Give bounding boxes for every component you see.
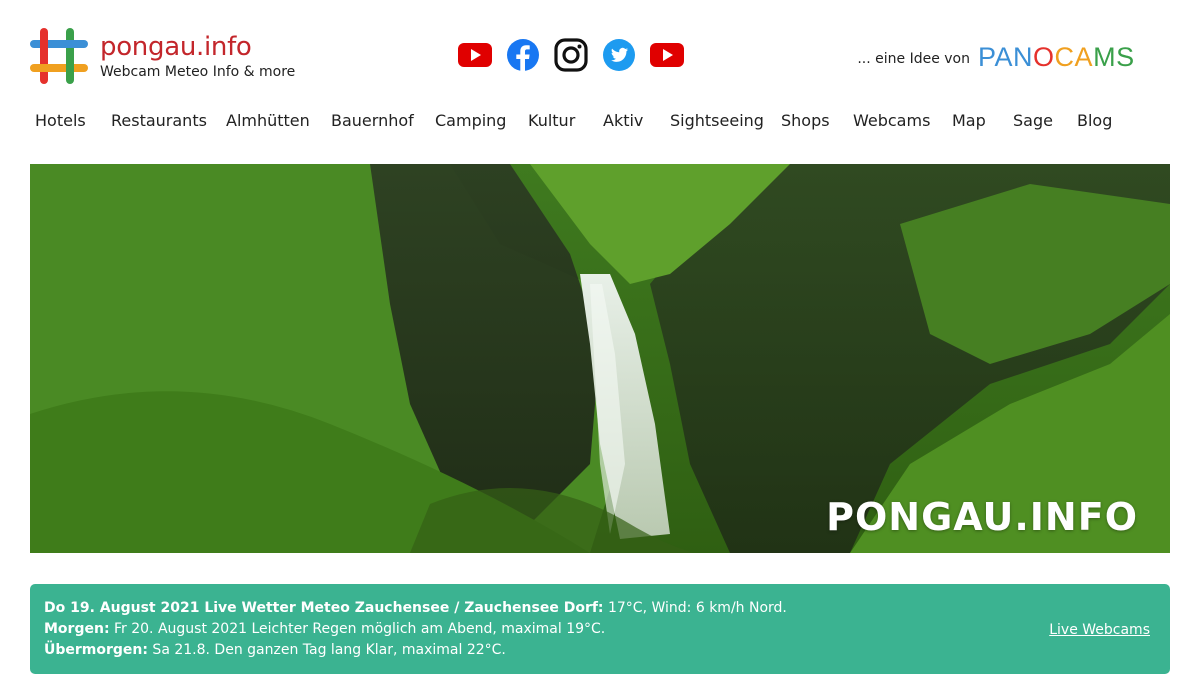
- nav-item-hotels[interactable]: Hotels: [35, 111, 86, 130]
- nav-item-map[interactable]: Map: [952, 111, 986, 130]
- weather-dayafter: Übermorgen: Sa 21.8. Den ganzen Tag lang…: [44, 642, 506, 658]
- weather-today: Do 19. August 2021 Live Wetter Meteo Zau…: [44, 600, 787, 616]
- panocams-letter: A: [1074, 42, 1094, 72]
- weather-today-value: 17°C, Wind: 6 km/h Nord.: [603, 600, 787, 616]
- social-links: [458, 38, 684, 72]
- panocams-letter: C: [1054, 42, 1075, 72]
- weather-dayafter-label: Übermorgen:: [44, 642, 148, 658]
- panocams-letter: O: [1033, 42, 1055, 72]
- brand-name[interactable]: pongau.info: [100, 32, 252, 62]
- weather-tomorrow-value: Fr 20. August 2021 Leichter Regen möglic…: [109, 621, 606, 637]
- twitter-icon[interactable]: [602, 38, 636, 72]
- instagram-icon[interactable]: [554, 38, 588, 72]
- nav-item-webcams[interactable]: Webcams: [853, 111, 930, 130]
- hash-logo-icon: [30, 28, 88, 84]
- panocams-logo[interactable]: PANOCAMS: [978, 42, 1135, 73]
- weather-tomorrow: Morgen: Fr 20. August 2021 Leichter Rege…: [44, 621, 605, 637]
- nav-item-kultur[interactable]: Kultur: [528, 111, 575, 130]
- nav-item-almhütten[interactable]: Almhütten: [226, 111, 310, 130]
- panocams-letter: P: [978, 42, 995, 72]
- nav-item-shops[interactable]: Shops: [781, 111, 830, 130]
- hero-title: PONGAU.INFO: [826, 495, 1138, 539]
- weather-tomorrow-label: Morgen:: [44, 621, 110, 637]
- facebook-icon[interactable]: [506, 38, 540, 72]
- youtube-icon[interactable]: [650, 38, 684, 72]
- panocams-letter: N: [1013, 42, 1034, 72]
- idea-text: ... eine Idee von: [857, 51, 970, 67]
- nav-item-blog[interactable]: Blog: [1077, 111, 1112, 130]
- panocams-letter: A: [994, 42, 1014, 72]
- weather-box: Do 19. August 2021 Live Wetter Meteo Zau…: [30, 584, 1170, 674]
- nav-item-sage[interactable]: Sage: [1013, 111, 1053, 130]
- live-webcams-link[interactable]: Live Webcams: [1049, 622, 1150, 638]
- panocams-letter: M: [1093, 42, 1117, 72]
- nav-item-aktiv[interactable]: Aktiv: [603, 111, 643, 130]
- youtube-icon[interactable]: [458, 38, 492, 72]
- brand-tagline: Webcam Meteo Info & more: [100, 64, 296, 80]
- nav-item-restaurants[interactable]: Restaurants: [111, 111, 207, 130]
- hero-banner: PONGAU.INFO: [30, 164, 1170, 553]
- weather-today-label: Do 19. August 2021 Live Wetter Meteo Zau…: [44, 600, 604, 616]
- weather-dayafter-value: Sa 21.8. Den ganzen Tag lang Klar, maxim…: [147, 642, 506, 658]
- panocams-letter: S: [1116, 42, 1135, 72]
- nav-item-sightseeing[interactable]: Sightseeing: [670, 111, 764, 130]
- nav-item-camping[interactable]: Camping: [435, 111, 506, 130]
- nav-item-bauernhof[interactable]: Bauernhof: [331, 111, 414, 130]
